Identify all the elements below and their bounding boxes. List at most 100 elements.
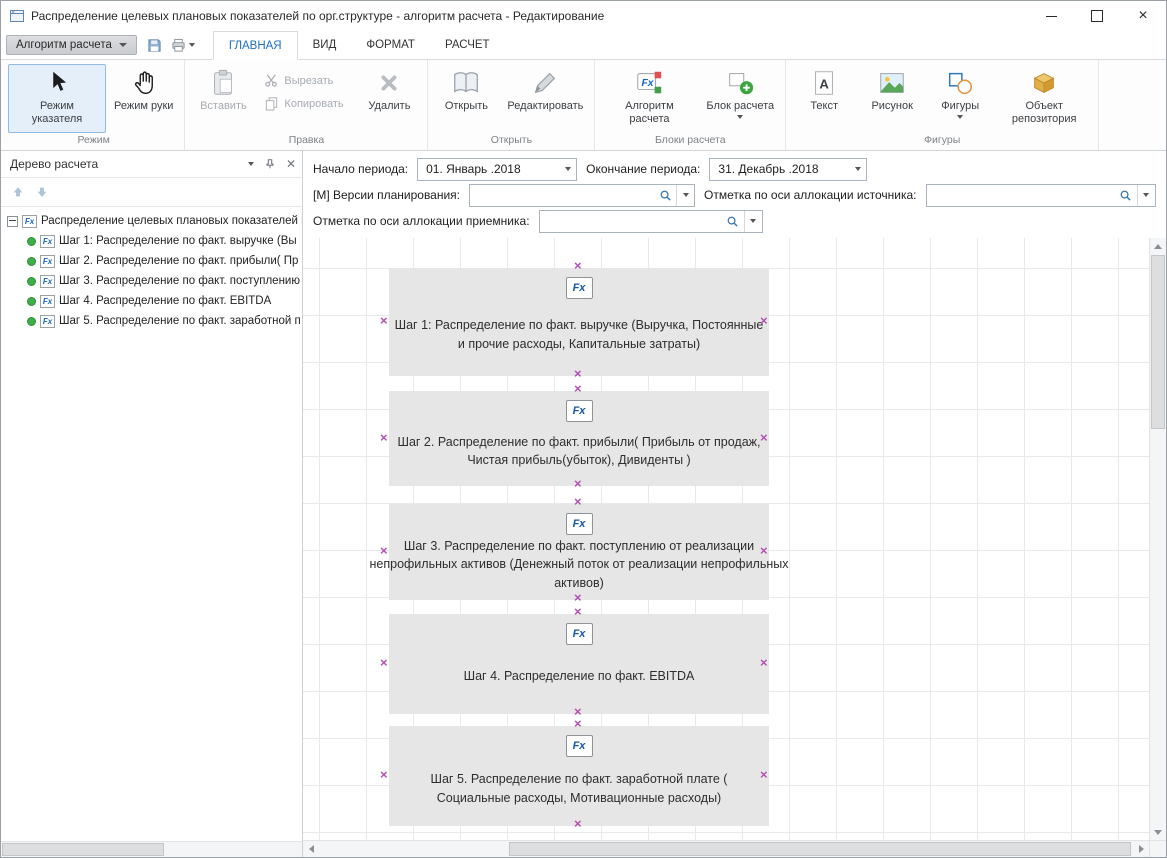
figures-button[interactable]: Фигуры	[927, 64, 993, 133]
scrollbar-thumb[interactable]	[1151, 255, 1165, 429]
anchor-point-top[interactable]	[574, 608, 584, 618]
anchor-point-bottom[interactable]	[574, 370, 584, 380]
panel-menu-icon[interactable]	[248, 162, 254, 166]
algorithm-button[interactable]: Fx Алгоритм расчета	[600, 64, 698, 133]
hand-icon	[129, 68, 159, 98]
picture-button[interactable]: Рисунок	[859, 64, 925, 133]
anchor-point-right[interactable]	[760, 434, 770, 444]
maximize-button[interactable]	[1074, 1, 1120, 31]
scroll-down-button[interactable]	[1150, 824, 1166, 840]
plan-version-input[interactable]	[470, 185, 654, 206]
anchor-point-left[interactable]	[380, 434, 390, 444]
open-button[interactable]: Открыть	[433, 64, 499, 133]
period-end-combo[interactable]: 31. Декабрь .2018	[709, 158, 867, 181]
anchor-point-top[interactable]	[574, 385, 584, 395]
scroll-right-button[interactable]	[1133, 841, 1149, 857]
text-icon: A	[809, 68, 839, 98]
anchor-point-top[interactable]	[574, 498, 584, 508]
anchor-point-right[interactable]	[760, 659, 770, 669]
move-up-icon[interactable]	[11, 185, 25, 199]
tab-home[interactable]: ГЛАВНАЯ	[213, 31, 298, 60]
calc-block-step3[interactable]: Fx Шаг 3. Распределение по факт. поступл…	[389, 504, 769, 600]
chevron-down-icon[interactable]	[559, 159, 576, 180]
anchor-point-left[interactable]	[380, 547, 390, 557]
cut-icon	[264, 73, 279, 88]
calc-block-step1[interactable]: Fx Шаг 1: Распределение по факт. выручке…	[389, 268, 769, 376]
move-down-icon[interactable]	[35, 185, 49, 199]
tree-item-step2[interactable]: Fx Шаг 2. Распределение по факт. прибыли…	[1, 251, 302, 271]
anchor-point-left[interactable]	[380, 771, 390, 781]
period-start-combo[interactable]: 01. Январь .2018	[417, 158, 577, 181]
panel-close-icon[interactable]: ✕	[286, 157, 296, 171]
chevron-down-icon[interactable]	[677, 185, 694, 206]
search-icon[interactable]	[654, 185, 677, 206]
calc-block-button[interactable]: Блок расчета	[700, 64, 780, 133]
pin-icon[interactable]	[264, 158, 276, 170]
anchor-point-bottom[interactable]	[574, 594, 584, 604]
paste-button[interactable]: Вставить	[190, 64, 256, 133]
chevron-down-icon[interactable]	[745, 211, 762, 232]
search-icon[interactable]	[1115, 185, 1138, 206]
save-button[interactable]	[145, 36, 164, 55]
fx-badge-icon: Fx	[566, 513, 593, 535]
close-button[interactable]: ×	[1120, 1, 1166, 31]
chevron-down-icon	[189, 43, 195, 47]
chevron-down-icon	[119, 43, 127, 47]
anchor-point-left[interactable]	[380, 659, 390, 669]
scroll-left-button[interactable]	[303, 841, 319, 857]
anchor-point-top[interactable]	[574, 262, 584, 272]
tab-format[interactable]: ФОРМАТ	[351, 31, 430, 59]
alloc-target-combo[interactable]	[539, 210, 763, 233]
tree-horizontal-scrollbar[interactable]	[1, 841, 302, 857]
calc-block-step4[interactable]: Fx Шаг 4. Распределение по факт. EBITDA	[389, 614, 769, 714]
status-dot-icon	[27, 277, 36, 286]
canvas-vertical-scrollbar[interactable]	[1149, 238, 1166, 840]
chevron-down-icon[interactable]	[849, 159, 866, 180]
anchor-point-right[interactable]	[760, 771, 770, 781]
hand-mode-button[interactable]: Режим руки	[108, 64, 179, 133]
chevron-down-icon[interactable]	[1138, 185, 1155, 206]
pointer-mode-button[interactable]: Режим указателя	[8, 64, 106, 133]
tree-root-item[interactable]: Fx Распределение целевых плановых показа…	[1, 211, 302, 231]
collapse-icon[interactable]	[7, 216, 18, 227]
repository-object-button[interactable]: Объект репозитория	[995, 64, 1093, 133]
plan-version-combo[interactable]	[469, 184, 695, 207]
anchor-point-right[interactable]	[760, 547, 770, 557]
search-icon[interactable]	[722, 211, 745, 232]
copy-icon	[264, 96, 279, 111]
tab-calc[interactable]: РАСЧЕТ	[430, 31, 505, 59]
cut-button[interactable]: Вырезать	[258, 71, 354, 90]
alloc-target-input[interactable]	[540, 211, 722, 232]
anchor-point-bottom[interactable]	[574, 820, 584, 830]
app-menu-button[interactable]: Алгоритм расчета	[6, 35, 137, 55]
copy-button[interactable]: Копировать	[258, 94, 354, 113]
tree-item-label: Шаг 2. Распределение по факт. прибыли( П…	[59, 255, 298, 267]
anchor-point-bottom[interactable]	[574, 480, 584, 490]
tree-item-step1[interactable]: Fx Шаг 1: Распределение по факт. выручке…	[1, 231, 302, 251]
scroll-up-button[interactable]	[1150, 238, 1166, 254]
canvas-horizontal-scrollbar[interactable]	[303, 840, 1149, 857]
text-button[interactable]: A Текст	[791, 64, 857, 133]
edit-block-button[interactable]: Редактировать	[501, 64, 589, 133]
alloc-source-combo[interactable]	[926, 184, 1156, 207]
diagram-canvas[interactable]: Fx Шаг 1: Распределение по факт. выручке…	[303, 238, 1150, 840]
ribbon-tab-row: Алгоритм расчета ГЛАВНАЯ	[1, 31, 1166, 60]
delete-button[interactable]: Удалить	[356, 64, 422, 133]
scrollbar-thumb[interactable]	[509, 842, 1131, 856]
calc-block-step2[interactable]: Fx Шаг 2. Распределение по факт. прибыли…	[389, 391, 769, 486]
tree-item-step5[interactable]: Fx Шаг 5. Распределение по факт. заработ…	[1, 311, 302, 331]
tab-view[interactable]: ВИД	[298, 31, 352, 59]
anchor-point-right[interactable]	[760, 317, 770, 327]
group-label-calc-blocks: Блоки расчета	[595, 133, 785, 150]
anchor-point-left[interactable]	[380, 317, 390, 327]
picture-icon	[877, 68, 907, 98]
print-button[interactable]	[169, 36, 197, 55]
alloc-source-input[interactable]	[927, 185, 1115, 206]
tree-item-step4[interactable]: Fx Шаг 4. Распределение по факт. EBITDA	[1, 291, 302, 311]
alloc-source-label: Отметка по оси аллокации источника:	[704, 188, 916, 202]
minimize-button[interactable]	[1028, 1, 1074, 31]
scrollbar-thumb[interactable]	[2, 843, 164, 856]
tree-item-step3[interactable]: Fx Шаг 3. Распределение по факт. поступл…	[1, 271, 302, 291]
anchor-point-top[interactable]	[574, 720, 584, 730]
calc-block-step5[interactable]: Fx Шаг 5. Распределение по факт. заработ…	[389, 726, 769, 826]
